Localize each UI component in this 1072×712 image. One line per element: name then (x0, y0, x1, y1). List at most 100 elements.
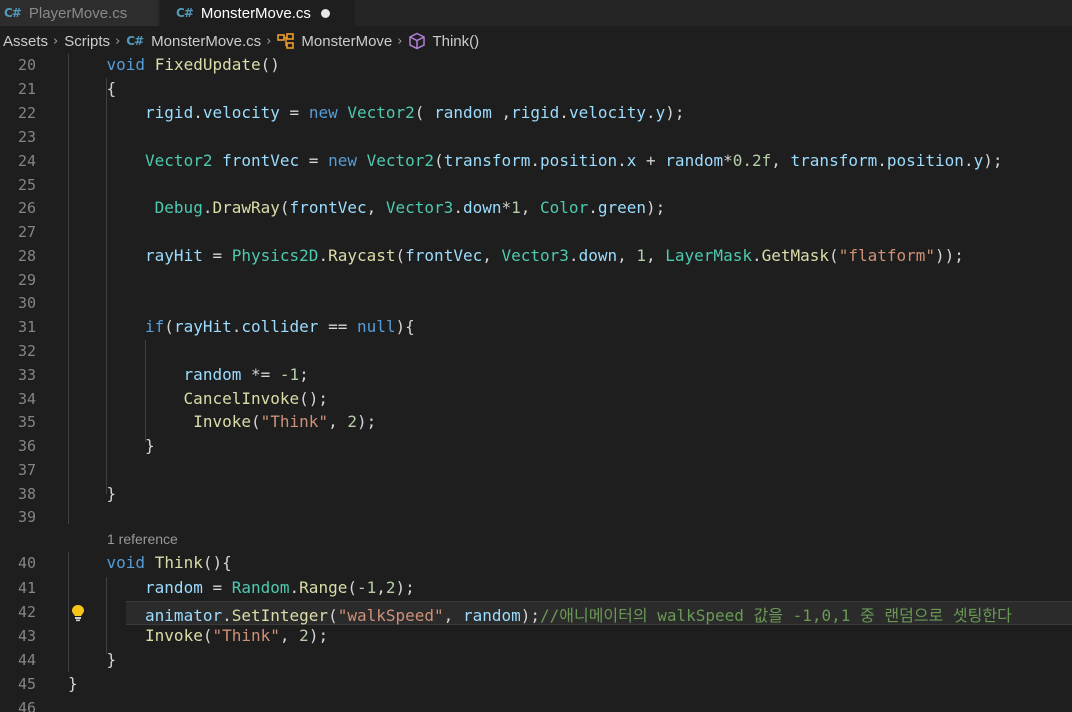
tab-monstermove[interactable]: C# MonsterMove.cs (160, 0, 355, 26)
code-token: = (279, 103, 309, 122)
code-line[interactable]: 43 Invoke("Think", 2); (0, 625, 1072, 649)
line-number: 39 (17, 508, 36, 526)
code-token: 2 (385, 578, 396, 597)
code-token: ); (983, 151, 1003, 170)
code-token: rigid (145, 103, 194, 122)
code-line[interactable]: 21 { (0, 78, 1072, 102)
line-number: 36 (17, 437, 36, 455)
code-line[interactable]: 42 animator.SetInteger("walkSpeed", rando… (0, 601, 1072, 625)
code-line[interactable]: 34 CancelInvoke(); (0, 388, 1072, 412)
lightbulb-icon[interactable] (70, 604, 86, 622)
code-token: -1 (356, 578, 377, 597)
code-line[interactable]: 20 void FixedUpdate() (0, 54, 1072, 78)
code-token: new (308, 103, 338, 122)
line-number: 38 (17, 485, 36, 503)
code-line[interactable]: 45} (0, 673, 1072, 697)
line-number: 22 (17, 104, 36, 122)
chevron-right-icon: › (53, 33, 59, 49)
code-token: FixedUpdate (154, 55, 261, 74)
chevron-right-icon: › (115, 33, 121, 49)
chevron-right-icon: › (266, 33, 272, 49)
code-line[interactable]: 41 random = Random.Range(-1,2); (0, 577, 1072, 601)
code-token: (){ (202, 553, 232, 572)
unsaved-changes-dot-icon[interactable] (320, 8, 330, 18)
breadcrumb-file[interactable]: MonsterMove.cs (151, 33, 261, 50)
class-icon (277, 33, 295, 49)
code-token: , (366, 198, 386, 217)
tab-label: PlayerMove.cs (28, 4, 128, 22)
code-token: . (588, 198, 598, 217)
line-number: 20 (17, 56, 36, 74)
code-token: rayHit (145, 246, 203, 265)
code-token: . (453, 198, 463, 217)
csharp-file-icon: C# (176, 6, 194, 20)
code-token: . (193, 103, 203, 122)
code-token: ( (434, 151, 444, 170)
code-token: , (646, 246, 666, 265)
code-token: "Think" (260, 412, 329, 431)
code-line[interactable]: 33 random *= -1; (0, 364, 1072, 388)
line-number: 29 (17, 271, 36, 289)
line-number: 25 (17, 176, 36, 194)
code-token: ( (328, 606, 338, 625)
code-line[interactable]: 28 rayHit = Physics2D.Raycast(frontVec, V… (0, 245, 1072, 269)
code-token: ( (829, 246, 839, 265)
code-token: //애니메이터의 walkSpeed 값을 -1,0,1 중 랜덤으로 셋팅한다 (540, 606, 1012, 625)
code-token: position (886, 151, 964, 170)
tab-playermove[interactable]: C# PlayerMove.cs (0, 0, 158, 26)
code-token: LayerMask (665, 246, 752, 265)
code-text: } (68, 674, 78, 693)
code-token: 2 (347, 412, 357, 431)
breadcrumb-method[interactable]: Think() (432, 33, 479, 50)
code-line[interactable]: 29 (0, 269, 1072, 293)
code-line[interactable]: 23 (0, 126, 1072, 150)
csharp-file-icon: C# (126, 34, 144, 48)
code-token: . (530, 151, 541, 170)
code-line[interactable]: 32 (0, 340, 1072, 364)
code-line[interactable]: 39 (0, 506, 1072, 530)
code-token: animator (145, 606, 223, 625)
code-token: = (202, 246, 232, 265)
line-number: 31 (17, 318, 36, 336)
code-token: random (665, 151, 724, 170)
code-token: ); (646, 198, 666, 217)
code-line[interactable]: 44} (0, 649, 1072, 673)
code-editor[interactable]: 20 void FixedUpdate() 21{22 rigid.velocity … (0, 54, 1072, 712)
code-line[interactable]: 40 void Think(){ (0, 552, 1072, 576)
code-token: == (318, 317, 357, 336)
code-token: transform (443, 151, 531, 170)
code-line[interactable]: 24 Vector2 frontVec = new Vector2(transfo… (0, 150, 1072, 174)
code-line[interactable]: 36} (0, 435, 1072, 459)
line-number: 44 (17, 651, 36, 669)
code-token: } (106, 650, 117, 669)
code-line[interactable]: 22 rigid.velocity = new Vector2( random ,… (0, 102, 1072, 126)
code-token: . (646, 103, 656, 122)
code-line[interactable]: 30 (0, 292, 1072, 316)
code-text: } (107, 650, 117, 669)
code-line[interactable]: 26 Debug.DrawRay(frontVec, Vector3.down*1… (0, 197, 1072, 221)
code-token: * (723, 151, 733, 170)
code-line[interactable]: 46 (0, 697, 1072, 712)
code-token: Vector3 (501, 246, 569, 265)
code-line[interactable]: 27 (0, 221, 1072, 245)
code-text: Invoke("Think", 2); (193, 412, 376, 431)
breadcrumb-assets[interactable]: Assets (3, 33, 48, 50)
code-line[interactable]: 35 Invoke("Think", 2); (0, 411, 1072, 435)
tab-label: MonsterMove.cs (200, 4, 311, 22)
breadcrumb-class[interactable]: MonsterMove (301, 33, 392, 50)
code-line[interactable]: 37 (0, 459, 1072, 483)
code-text: Vector2 frontVec = new Vector2(transform… (145, 151, 1002, 170)
code-line[interactable]: 31 if(rayHit.collider == null){ (0, 316, 1072, 340)
codelens-references[interactable]: 1 reference (107, 531, 178, 547)
code-token: . (617, 151, 627, 170)
line-number: 43 (17, 627, 36, 645)
breadcrumb-scripts[interactable]: Scripts (64, 33, 110, 50)
code-text: } (107, 484, 117, 503)
line-number: 23 (17, 128, 36, 146)
code-line[interactable]: 25 (0, 174, 1072, 198)
code-line[interactable]: 38} (0, 483, 1072, 507)
code-token: green (597, 198, 647, 217)
